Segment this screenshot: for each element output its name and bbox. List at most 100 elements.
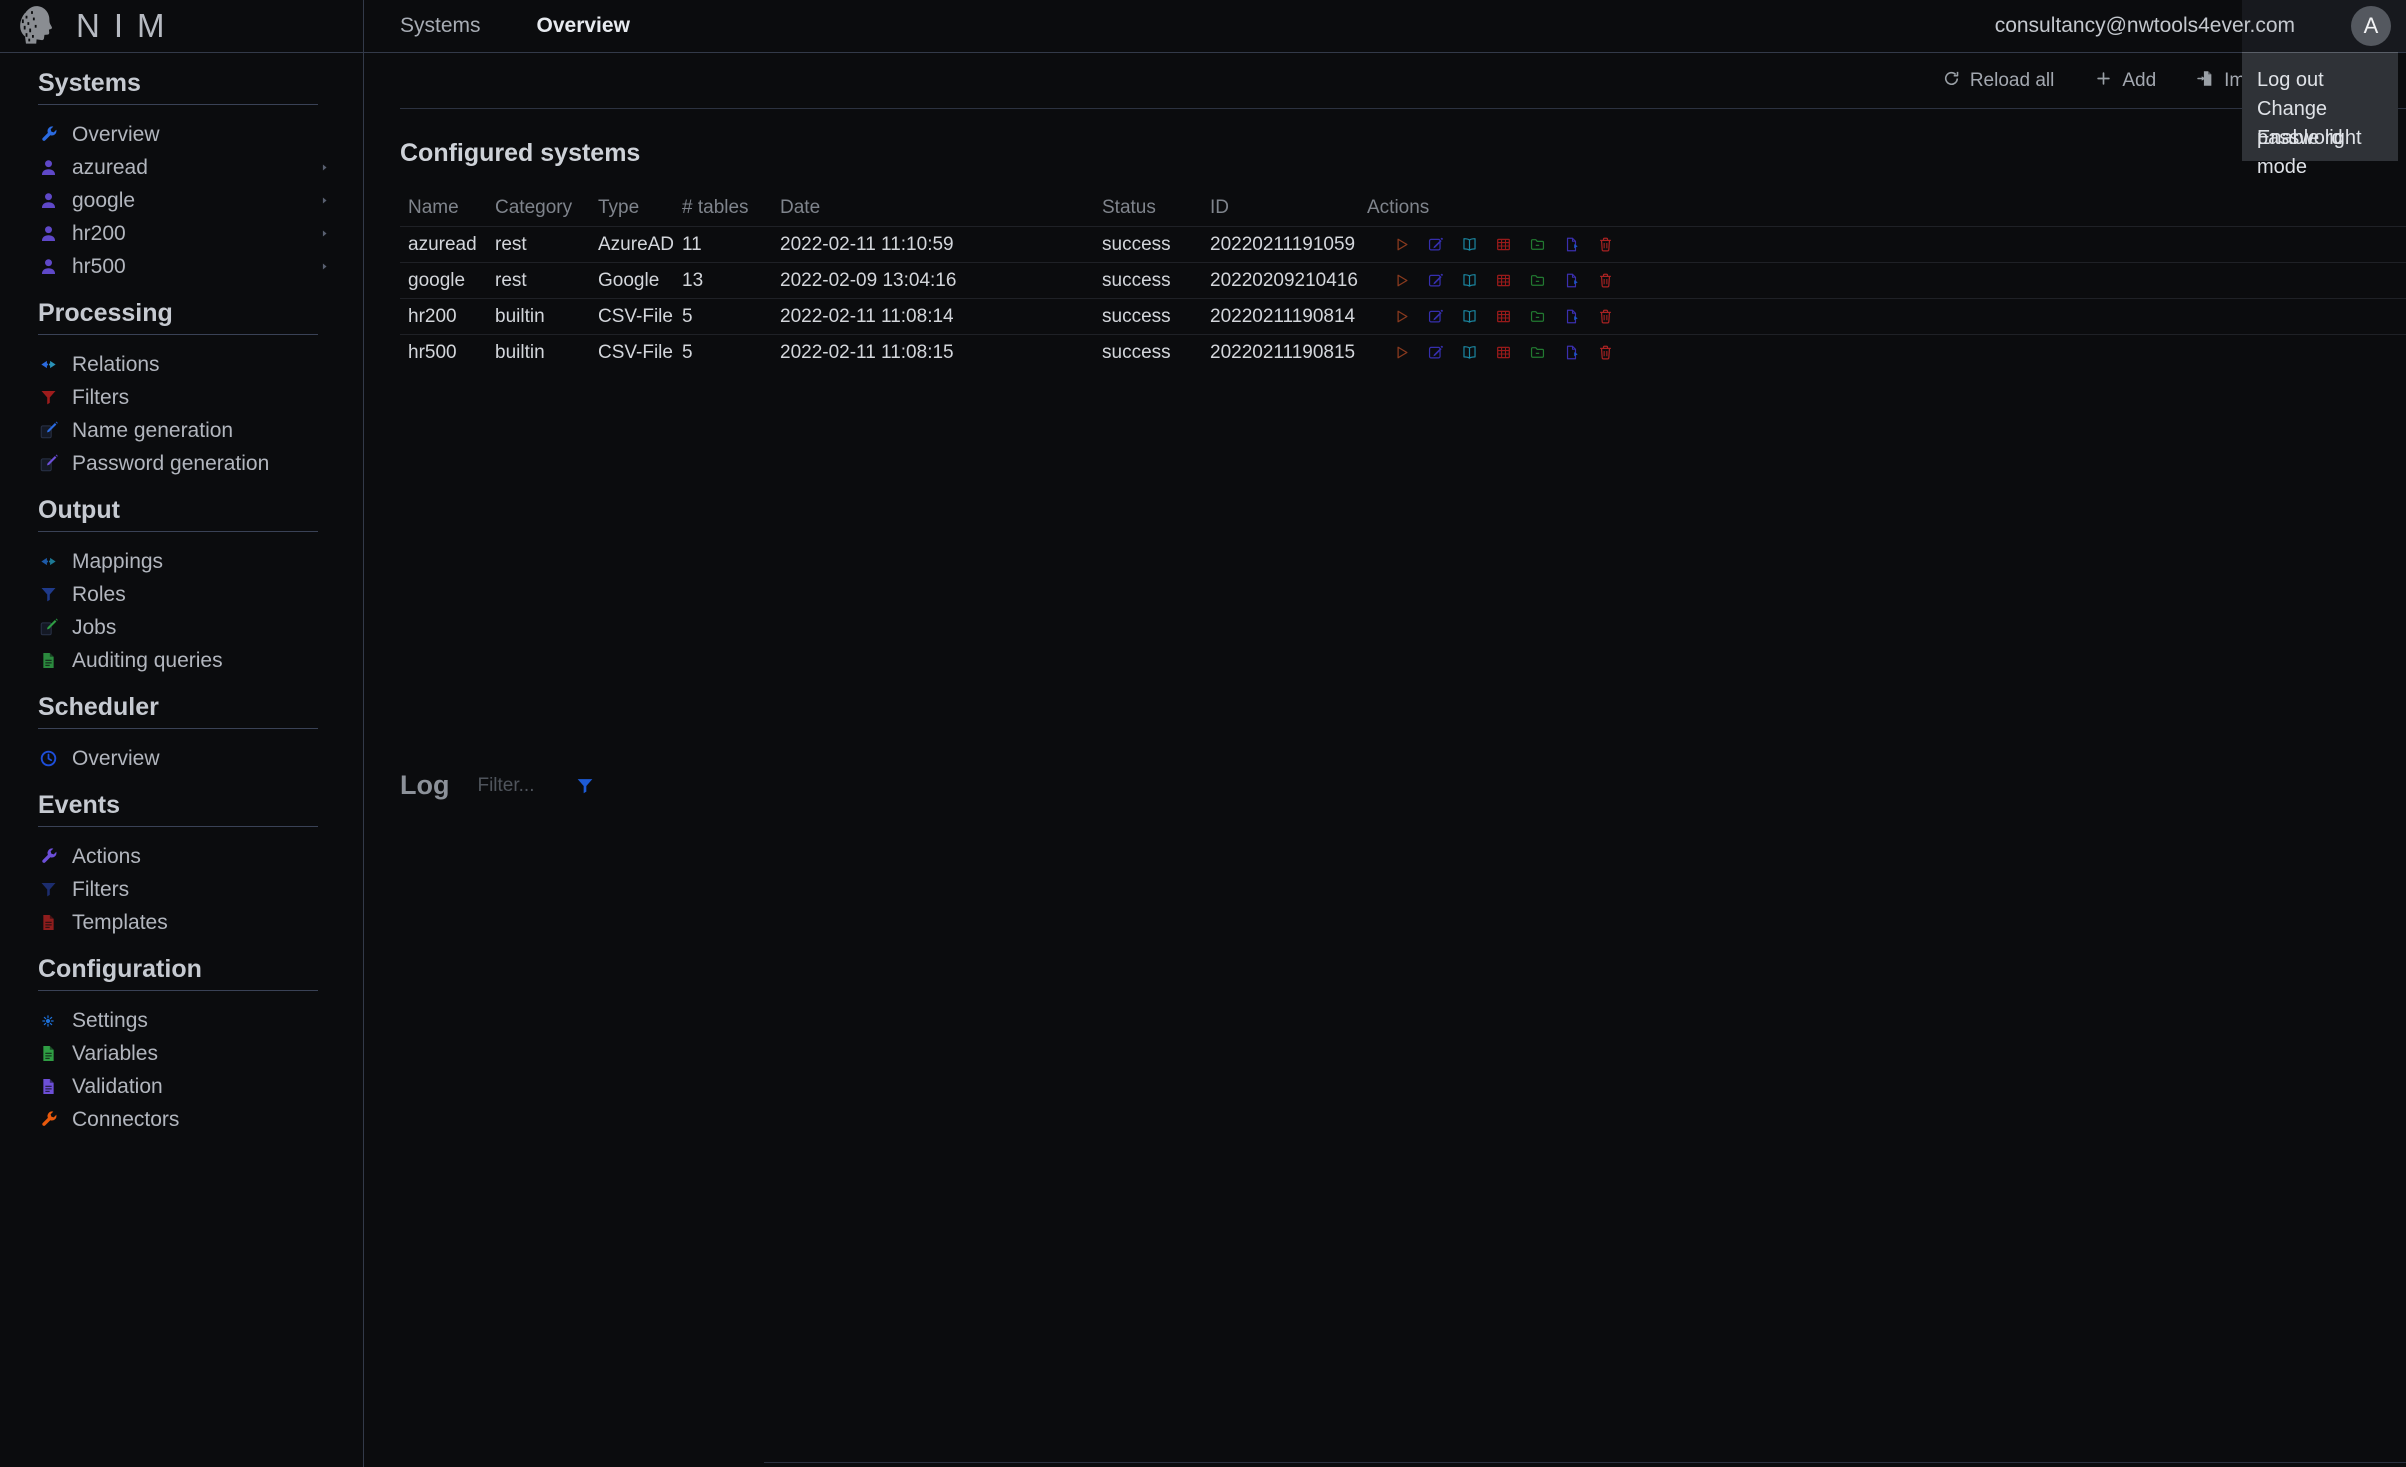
run-button[interactable] (1393, 308, 1410, 325)
chevron-right-icon[interactable] (319, 228, 330, 239)
chevron-right-icon[interactable] (319, 162, 330, 173)
icon-box (38, 1077, 58, 1096)
logo-bar: NIM (0, 0, 363, 53)
delete-button[interactable] (1597, 344, 1614, 361)
user-dropdown-menu: Log out Change password Enable light mode (2242, 52, 2398, 178)
reload-all-button[interactable]: Reload all (1942, 69, 2054, 94)
table-row-hr200: hr200 builtin CSV-File 5 2022-02-11 11:08:14… (400, 298, 2406, 334)
sidebar-item-google[interactable]: google (38, 184, 330, 217)
cell-date: 2022-02-09 13:04:16 (780, 269, 957, 291)
brand-name: NIM (76, 7, 179, 44)
folder-button[interactable] (1529, 272, 1546, 289)
import-icon (2196, 69, 2215, 94)
nim-head-logo-icon (10, 2, 54, 51)
sidebar-item-actions[interactable]: Actions (38, 840, 330, 873)
sidebar-item-name-generation[interactable]: Name generation (38, 414, 330, 447)
icon-box (38, 847, 58, 866)
sidebar-item-label: google (72, 188, 136, 212)
tables-button[interactable] (1495, 272, 1512, 289)
sidebar-item-hr500[interactable]: hr500 (38, 250, 330, 283)
tab-overview[interactable]: Overview (537, 14, 630, 38)
edit-button[interactable] (1427, 308, 1444, 325)
sidebar-item-auditing-queries[interactable]: Auditing queries (38, 644, 330, 677)
sidebar-item-label: Roles (72, 582, 126, 606)
export-button[interactable] (1563, 344, 1580, 361)
sidebar-item-overview[interactable]: Overview (38, 742, 330, 775)
export-button[interactable] (1563, 272, 1580, 289)
sidebar-item-filters[interactable]: Filters (38, 381, 330, 414)
icon-box (38, 257, 58, 276)
run-button[interactable] (1393, 272, 1410, 289)
configured-systems-table: Name Category Type # tables Date Status ID Acti… (400, 190, 2406, 370)
section-items: Overview (38, 742, 330, 775)
edit-button[interactable] (1427, 272, 1444, 289)
cell-category: builtin (495, 305, 545, 327)
folder-button[interactable] (1529, 344, 1546, 361)
cell-category: rest (495, 269, 527, 291)
sidebar-item-password-generation[interactable]: Password generation (38, 447, 330, 480)
sidebar-item-variables[interactable]: Variables (38, 1037, 330, 1070)
sidebar-item-label: Connectors (72, 1107, 180, 1131)
edit-button[interactable] (1427, 344, 1444, 361)
reload-icon (1942, 69, 1961, 94)
table-row-azuread: azuread rest AzureAD 11 2022-02-11 11:10:59 s… (400, 226, 2406, 262)
read-button[interactable] (1461, 308, 1478, 325)
sidebar-section-events: Events Actions Filters Templates (38, 793, 363, 939)
icon-box (38, 355, 58, 374)
chevron-right-icon[interactable] (319, 195, 330, 206)
sidebar-item-label: hr200 (72, 221, 126, 245)
cell-status: success (1102, 341, 1171, 363)
tables-button[interactable] (1495, 236, 1512, 253)
sidebar-item-connectors[interactable]: Connectors (38, 1103, 330, 1136)
icon-box (38, 158, 58, 177)
toolbar: Reload all Add Import (364, 53, 2406, 109)
filter-funnel-icon[interactable] (575, 776, 595, 796)
run-button[interactable] (1393, 236, 1410, 253)
tables-button[interactable] (1495, 344, 1512, 361)
sidebar-item-filters[interactable]: Filters (38, 873, 330, 906)
chevron-right-icon[interactable] (319, 261, 330, 272)
sidebar-item-label: Overview (72, 122, 160, 146)
page-title: Configured systems (400, 139, 641, 167)
menu-item-change-password[interactable]: Change password (2242, 95, 2398, 149)
folder-button[interactable] (1529, 236, 1546, 253)
icon-box (38, 224, 58, 243)
tab-systems[interactable]: Systems (400, 14, 481, 38)
read-button[interactable] (1461, 236, 1478, 253)
arrows-icon (39, 552, 58, 571)
add-button[interactable]: Add (2094, 69, 2156, 94)
section-items: Overview azuread google hr200 hr500 (38, 118, 330, 283)
folder-button[interactable] (1529, 308, 1546, 325)
file-icon (39, 1077, 58, 1096)
run-button[interactable] (1393, 344, 1410, 361)
export-button[interactable] (1563, 236, 1580, 253)
content: Configured systems Name Category Type # tab… (364, 139, 2406, 370)
sidebar-item-templates[interactable]: Templates (38, 906, 330, 939)
user-avatar[interactable]: A (2351, 6, 2391, 46)
edit-button[interactable] (1427, 236, 1444, 253)
section-title: Systems (38, 71, 318, 105)
sidebar-item-azuread[interactable]: azuread (38, 151, 330, 184)
icon-box (38, 388, 58, 407)
sidebar-item-settings[interactable]: Settings (38, 1004, 330, 1037)
sidebar-item-hr200[interactable]: hr200 (38, 217, 330, 250)
read-button[interactable] (1461, 344, 1478, 361)
section-items: Relations Filters Name generation Password … (38, 348, 330, 480)
menu-item-enable-light-mode[interactable]: Enable light mode (2242, 124, 2398, 178)
tables-button[interactable] (1495, 308, 1512, 325)
delete-button[interactable] (1597, 236, 1614, 253)
sidebar-item-validation[interactable]: Validation (38, 1070, 330, 1103)
file-icon (39, 913, 58, 932)
sidebar-item-overview[interactable]: Overview (38, 118, 330, 151)
export-button[interactable] (1563, 308, 1580, 325)
cell-status: success (1102, 269, 1171, 291)
sidebar-item-jobs[interactable]: Jobs (38, 611, 330, 644)
delete-button[interactable] (1597, 308, 1614, 325)
delete-button[interactable] (1597, 272, 1614, 289)
read-button[interactable] (1461, 272, 1478, 289)
sidebar-item-relations[interactable]: Relations (38, 348, 330, 381)
sidebar-item-mappings[interactable]: Mappings (38, 545, 330, 578)
log-filter-input[interactable] (475, 773, 570, 798)
menu-item-log-out[interactable]: Log out (2242, 66, 2398, 95)
sidebar-item-roles[interactable]: Roles (38, 578, 330, 611)
